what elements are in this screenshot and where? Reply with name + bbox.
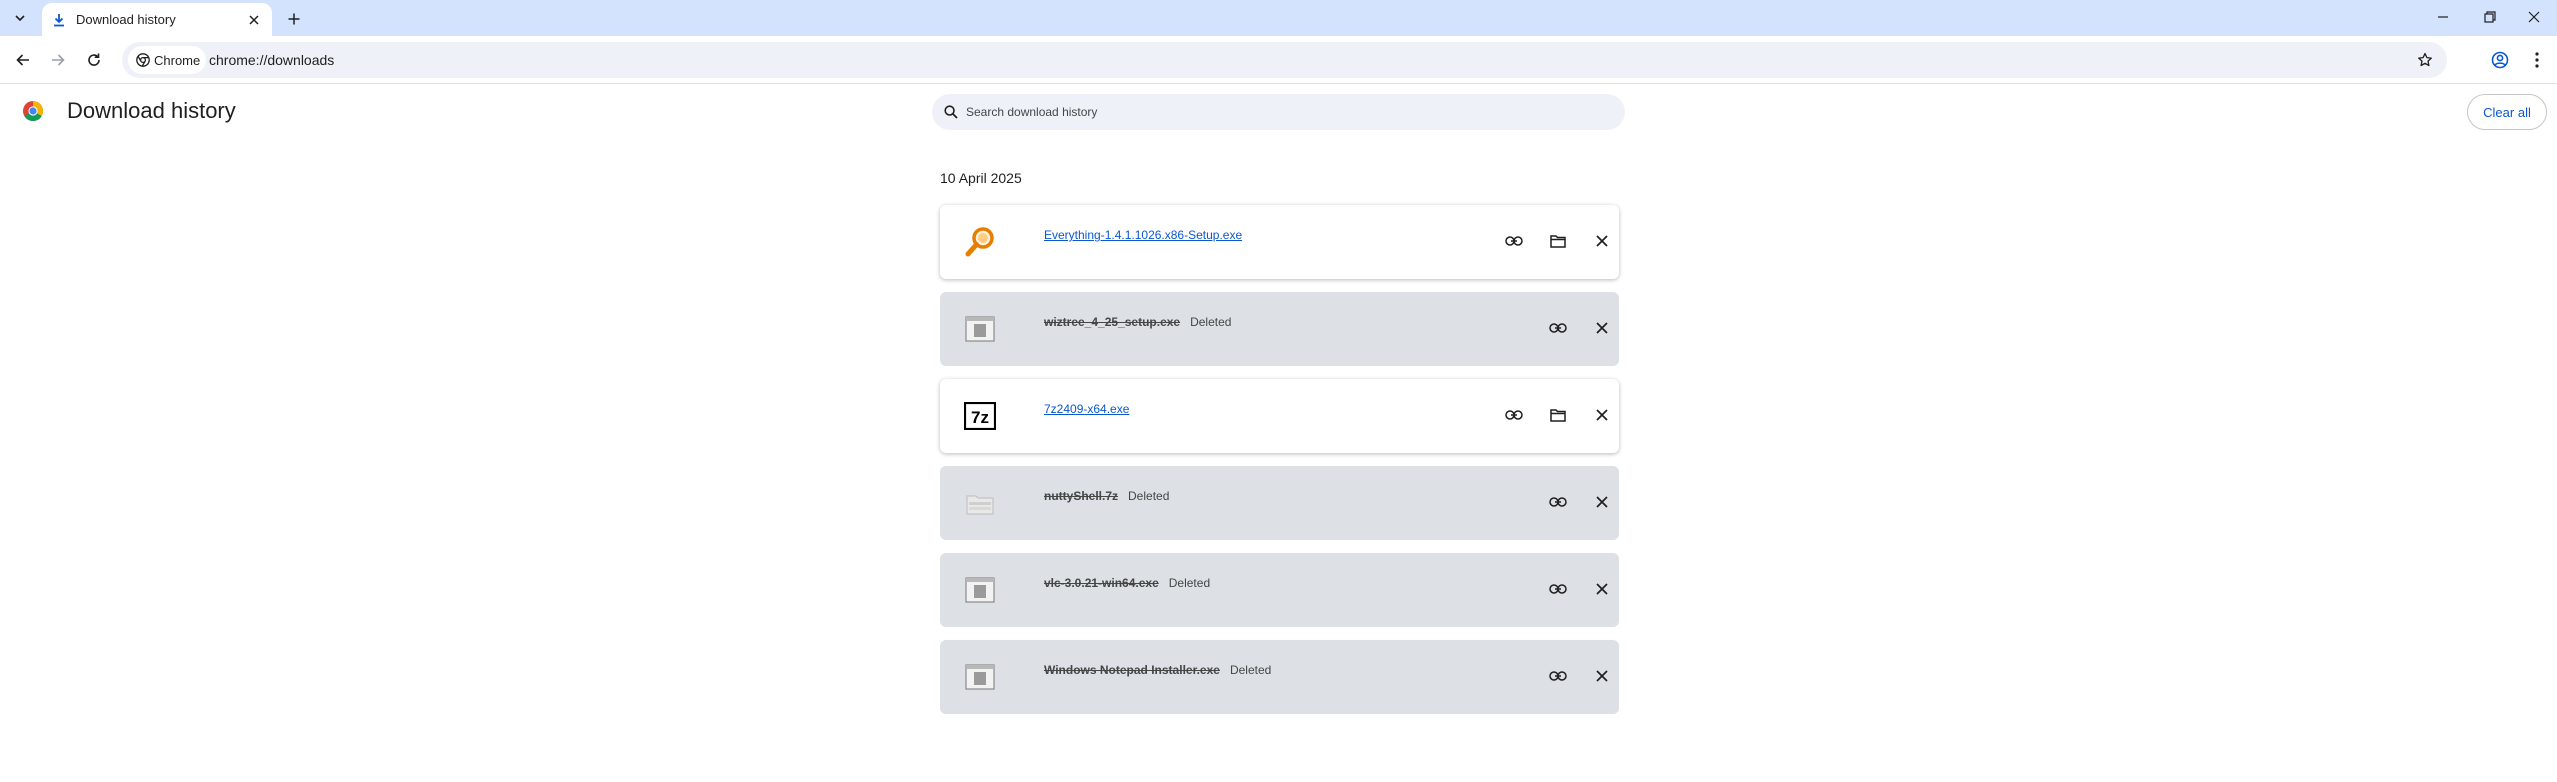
tab-strip: Download history (0, 0, 2557, 36)
close-icon (249, 14, 259, 25)
generic-exe-icon (962, 572, 998, 608)
file-name: Windows Notepad Installer.exe Deleted (1044, 663, 1271, 677)
restore-button[interactable] (2472, 4, 2508, 30)
remove-button[interactable] (1591, 230, 1613, 252)
close-icon (1596, 322, 1608, 334)
generic-exe-icon (962, 659, 998, 695)
show-in-folder-button[interactable] (1547, 404, 1569, 426)
page-title: Download history (67, 98, 236, 123)
arrow-right-icon (52, 54, 65, 66)
search-placeholder: Search download history (966, 105, 1098, 119)
file-name: vlc-3.0.21-win64.exe Deleted (1044, 576, 1210, 590)
site-chip-label: Chrome (154, 52, 201, 68)
status-text: Deleted (1128, 489, 1170, 503)
copy-link-button[interactable] (1503, 230, 1525, 252)
folder-icon (1550, 235, 1566, 248)
chevron-down-icon (15, 15, 25, 22)
status-text: Deleted (1190, 315, 1232, 329)
close-icon (1596, 670, 1608, 682)
archive-file-icon (962, 485, 998, 521)
link-icon (1505, 410, 1523, 420)
link-icon (1549, 671, 1567, 681)
tab-search-button[interactable] (8, 6, 32, 30)
copy-link-button[interactable] (1503, 404, 1525, 426)
back-button[interactable] (11, 48, 35, 72)
link-icon (1549, 584, 1567, 594)
plus-icon (288, 13, 300, 25)
reload-icon (88, 53, 100, 66)
url-text[interactable]: chrome://downloads (209, 52, 334, 68)
site-info-chip[interactable]: Chrome (128, 46, 206, 74)
reload-button[interactable] (82, 48, 106, 72)
star-icon (2418, 52, 2432, 67)
download-item: nuttyShell.7z Deleted (940, 466, 1619, 540)
status-text: Deleted (1229, 663, 1272, 677)
tab-close-button[interactable] (244, 10, 264, 30)
arrow-left-icon (16, 54, 29, 66)
svg-text:7z: 7z (971, 408, 989, 427)
status-text: Deleted (1168, 576, 1211, 590)
restore-icon (2484, 11, 2496, 23)
link-icon (1549, 497, 1567, 507)
generic-exe-icon (962, 311, 998, 347)
download-icon (54, 13, 64, 26)
profile-button[interactable] (2488, 48, 2512, 72)
copy-link-button[interactable] (1547, 665, 1569, 687)
download-item: wiztree_4_25_setup.exe Deleted (940, 292, 1619, 366)
download-item: Windows Notepad Installer.exe Deleted (940, 640, 1619, 714)
kebab-menu-icon (2535, 52, 2539, 68)
minimize-button[interactable] (2425, 4, 2461, 30)
close-window-button[interactable] (2516, 4, 2552, 30)
link-icon (1549, 323, 1567, 333)
close-icon (2528, 11, 2540, 23)
remove-button[interactable] (1591, 404, 1613, 426)
file-name: nuttyShell.7z Deleted (1044, 489, 1169, 503)
bookmark-star-button[interactable] (2415, 50, 2435, 70)
remove-button[interactable] (1591, 317, 1613, 339)
file-name-text: Windows Notepad Installer.exe (1044, 663, 1220, 677)
file-name-text: nuttyShell.7z (1044, 489, 1119, 503)
close-icon (1596, 496, 1608, 508)
download-item: Everything-1.4.1.1026.x86-Setup.exe (940, 205, 1619, 279)
file-name-link[interactable]: Everything-1.4.1.1026.x86-Setup.exe (1044, 228, 1242, 242)
search-input[interactable]: Search download history (932, 94, 1625, 130)
forward-button[interactable] (46, 48, 70, 72)
remove-button[interactable] (1591, 578, 1613, 600)
minimize-icon (2438, 16, 2448, 18)
copy-link-button[interactable] (1547, 578, 1569, 600)
date-heading: 10 April 2025 (940, 170, 1022, 186)
menu-button[interactable] (2525, 48, 2549, 72)
remove-button[interactable] (1591, 491, 1613, 513)
address-bar[interactable]: Chrome chrome://downloads (122, 42, 2447, 78)
remove-button[interactable] (1591, 665, 1613, 687)
7zip-icon: 7z (962, 398, 998, 434)
close-icon (1596, 583, 1608, 595)
file-name-text: wiztree_4_25_setup.exe (1044, 315, 1181, 329)
toolbar: Chrome chrome://downloads (0, 36, 2557, 84)
download-item: 7z 7z2409-x64.exe (940, 379, 1619, 453)
close-icon (1596, 409, 1608, 421)
copy-link-button[interactable] (1547, 491, 1569, 513)
download-item: vlc-3.0.21-win64.exe Deleted (940, 553, 1619, 627)
magnifier-icon (962, 224, 998, 260)
search-icon (944, 105, 958, 119)
close-icon (1596, 235, 1608, 247)
file-name: wiztree_4_25_setup.exe Deleted (1044, 315, 1231, 329)
file-name-link[interactable]: 7z2409-x64.exe (1044, 402, 1129, 416)
file-name-text: vlc-3.0.21-win64.exe (1044, 576, 1159, 590)
clear-all-button[interactable]: Clear all (2467, 94, 2547, 130)
show-in-folder-button[interactable] (1547, 230, 1569, 252)
profile-icon (2491, 51, 2509, 69)
new-tab-button[interactable] (282, 7, 306, 31)
folder-icon (1550, 409, 1566, 422)
chrome-logo-icon (23, 101, 43, 121)
copy-link-button[interactable] (1547, 317, 1569, 339)
tab-download-history[interactable]: Download history (42, 3, 272, 36)
tab-title: Download history (76, 12, 176, 27)
chrome-logo-icon (136, 53, 150, 67)
link-icon (1505, 236, 1523, 246)
